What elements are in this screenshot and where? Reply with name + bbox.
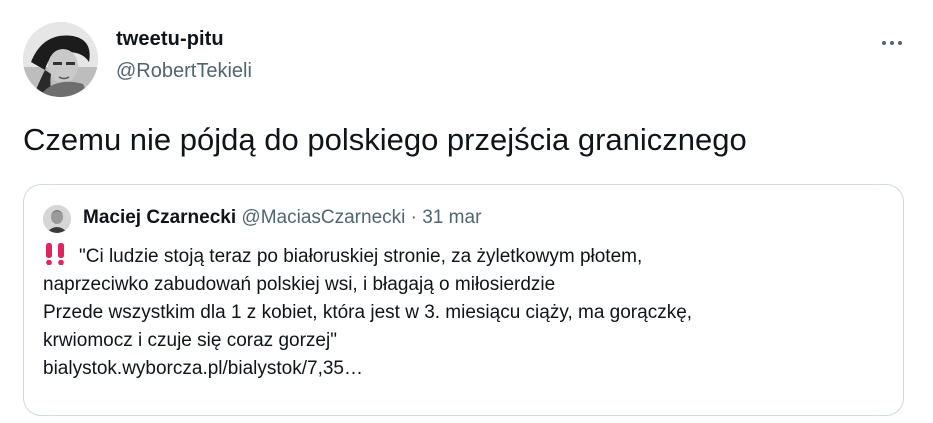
more-horizontal-icon-dot <box>890 41 894 45</box>
quoted-tweet-text: "Ci ludzie stoją teraz po białoruskiej s… <box>43 243 893 383</box>
quoted-tweet-header: Maciej Czarnecki @MaciasCzarnecki · 31 m… <box>83 207 481 229</box>
author-handle[interactable]: @RobertTekieli <box>116 60 252 83</box>
more-options-button[interactable] <box>872 28 912 58</box>
author-avatar[interactable] <box>23 22 98 97</box>
quoted-tweet-date[interactable]: 31 mar <box>422 207 481 228</box>
quoted-text-line: "Ci ludzie stoją teraz po białoruskiej s… <box>43 243 893 271</box>
separator-dot: · <box>410 207 417 228</box>
more-horizontal-icon <box>882 41 886 45</box>
more-horizontal-icon-dot <box>898 41 902 45</box>
quoted-text-line-1: "Ci ludzie stoją teraz po białoruskiej s… <box>79 246 643 267</box>
tweet: tweetu-pitu @RobertTekieli Czemu nie pój… <box>0 0 933 423</box>
double-exclamation-icon <box>46 243 64 265</box>
quoted-author-display-name[interactable]: Maciej Czarnecki <box>83 207 236 228</box>
quoted-link[interactable]: bialystok.wyborcza.pl/bialystok/7,35… <box>43 355 893 383</box>
author-display-name[interactable]: tweetu-pitu <box>116 28 224 51</box>
quoted-author-avatar[interactable] <box>43 205 71 233</box>
quoted-text-line-4: krwiomocz i czuje się coraz gorzej" <box>43 330 337 351</box>
quoted-text-line-2: naprzeciwko zabudowań polskiej wsi, i bł… <box>43 274 556 295</box>
quoted-tweet-card[interactable]: Maciej Czarnecki @MaciasCzarnecki · 31 m… <box>23 184 904 416</box>
quoted-text-line-3: Przede wszystkim dla 1 z kobiet, która j… <box>43 302 693 323</box>
tweet-text: Czemu nie pójdą do polskiego przejścia g… <box>23 122 747 157</box>
quoted-author-handle[interactable]: @MaciasCzarnecki <box>241 207 405 228</box>
